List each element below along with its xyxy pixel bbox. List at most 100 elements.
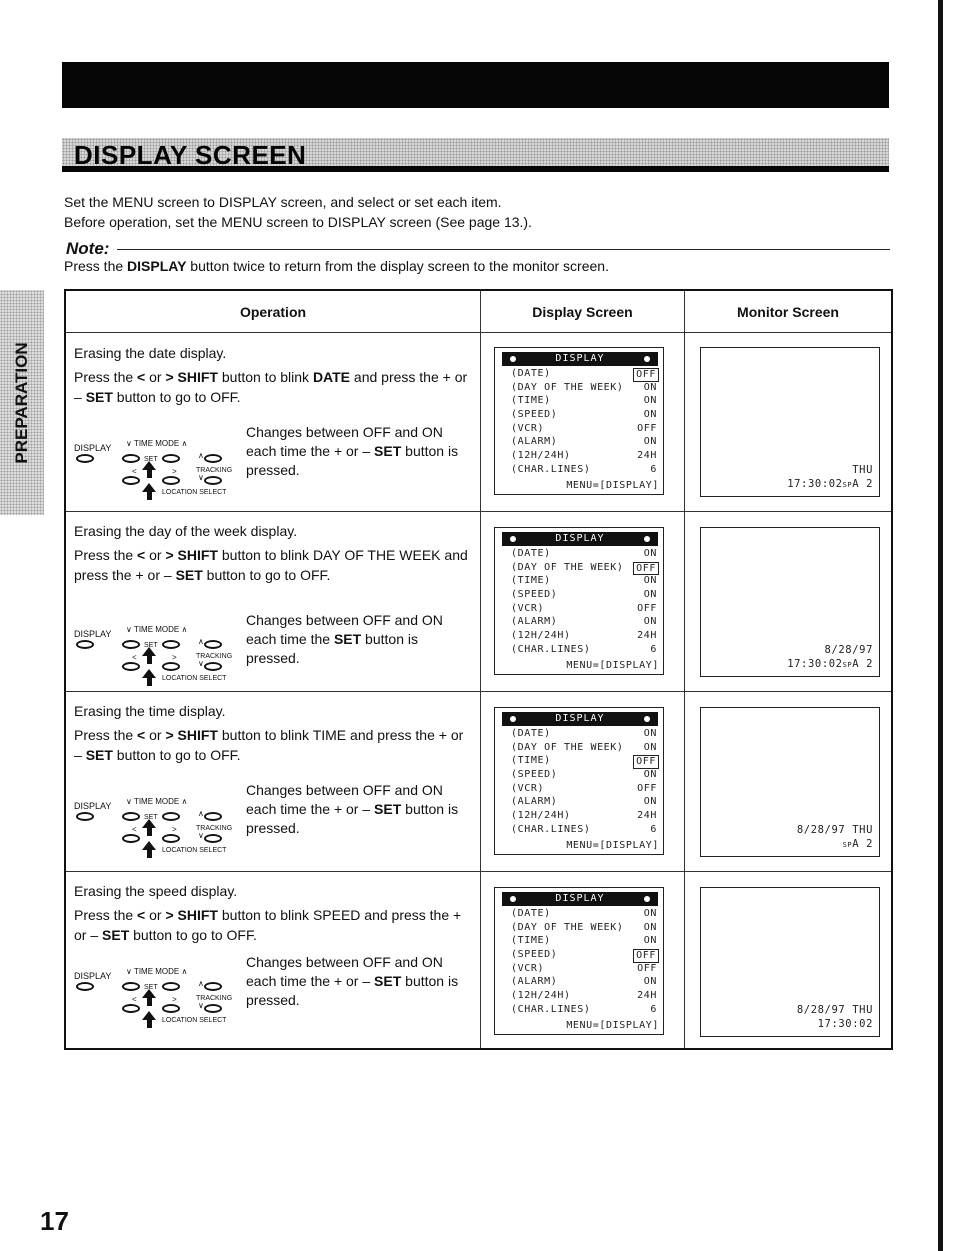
shift-left-glyph: < bbox=[132, 995, 137, 1004]
osd-title: DISPLAY bbox=[555, 713, 605, 724]
shift-left-glyph: < bbox=[137, 907, 146, 923]
osd-item-value: ON bbox=[643, 436, 657, 448]
monitor-speed: SP bbox=[842, 481, 853, 489]
shift-right-glyph: > bbox=[165, 907, 174, 923]
osd-title-bar: DISPLAY bbox=[502, 352, 658, 366]
up-arrow-icon bbox=[142, 483, 156, 492]
osd-item: (12H/24H) 24H bbox=[511, 810, 659, 824]
monitor-overlay-text: THU 17:30:02SPA 2 bbox=[787, 463, 873, 492]
note-heading: Note: bbox=[66, 238, 890, 260]
up-arrow-icon bbox=[142, 841, 156, 850]
shift-right-button-icon bbox=[162, 662, 180, 671]
text: button to go to OFF. bbox=[202, 567, 331, 583]
osd-item-label: (TIME) bbox=[511, 575, 551, 587]
monitor-screen: 8/28/97 17:30:02SPA 2 bbox=[700, 527, 880, 677]
shift-left-button-icon bbox=[122, 1004, 140, 1013]
text: button to go to OFF. bbox=[129, 927, 257, 943]
table-row: Erasing the speed display. Press the < o… bbox=[66, 871, 891, 1048]
intro-line-1: Set the MENU screen to DISPLAY screen, a… bbox=[64, 194, 502, 210]
page-edge bbox=[938, 0, 943, 1251]
osd-item: (12H/24H) 24H bbox=[511, 450, 659, 464]
set-label: SET bbox=[175, 567, 203, 583]
text: or bbox=[145, 907, 166, 923]
osd-item: (TIME) ON bbox=[511, 935, 659, 949]
operation-cell: Erasing the time display. Press the < or… bbox=[74, 701, 474, 769]
osd-item: (DAY OF THE WEEK) OFF bbox=[511, 561, 659, 576]
osd-footer: MENU=[DISPLAY] bbox=[566, 480, 659, 491]
text: button to blink bbox=[217, 547, 313, 563]
shift-label: SHIFT bbox=[173, 369, 218, 385]
down-glyph: ∨ bbox=[198, 831, 204, 840]
remote-panel-diagram: DISPLAY ∨ TIME MODE ∧ SET ∧ TRACKING < >… bbox=[70, 625, 240, 699]
osd-item: (DAY OF THE WEEK) ON bbox=[511, 922, 659, 936]
osd-items: (DATE) ON (DAY OF THE WEEK) OFF (TIME) ON (SPE… bbox=[511, 548, 659, 658]
osd-item: (TIME) ON bbox=[511, 395, 659, 409]
osd-items: (DATE) OFF (DAY OF THE WEEK) ON (TIME) ON (SPE… bbox=[511, 368, 659, 478]
up-arrow-stem bbox=[147, 850, 152, 858]
operation-heading: Erasing the date display. bbox=[74, 345, 227, 361]
monitor-channel: A 2 bbox=[852, 478, 873, 490]
down-glyph: ∨ bbox=[198, 659, 204, 668]
up-arrow-icon bbox=[142, 989, 156, 998]
osd-item-value: 6 bbox=[650, 643, 657, 655]
osd-item-label: (DAY OF THE WEEK) bbox=[511, 741, 624, 753]
up-arrow-icon bbox=[142, 669, 156, 678]
osd-item-value: 24H bbox=[637, 450, 657, 462]
set-minus-button-icon bbox=[122, 812, 140, 821]
osd-item: (SPEED) ON bbox=[511, 409, 659, 423]
osd-item-value: ON bbox=[643, 796, 657, 808]
osd-item-label: (CHAR.LINES) bbox=[511, 1003, 591, 1015]
up-arrow-stem bbox=[147, 998, 152, 1006]
osd-item: (DATE) ON bbox=[511, 548, 659, 562]
bullet-icon bbox=[644, 896, 650, 902]
osd-item-value: ON bbox=[643, 395, 657, 407]
table-row: Erasing the day of the week display. Pre… bbox=[66, 511, 891, 691]
osd-item-label: (DAY OF THE WEEK) bbox=[511, 381, 624, 393]
text: button to go to OFF. bbox=[112, 747, 241, 763]
osd-item-label: (DAY OF THE WEEK) bbox=[511, 921, 624, 933]
remote-panel-diagram: DISPLAY ∨ TIME MODE ∧ SET ∧ TRACKING < >… bbox=[70, 797, 240, 871]
monitor-speed: SP bbox=[842, 841, 853, 849]
display-button-label: DISPLAY bbox=[74, 971, 112, 981]
up-glyph: ∧ bbox=[198, 451, 204, 460]
display-button-label: DISPLAY bbox=[74, 443, 112, 453]
osd-item: (DATE) OFF bbox=[511, 368, 659, 382]
osd-item: (VCR) OFF bbox=[511, 423, 659, 437]
osd-item-label: (ALARM) bbox=[511, 436, 558, 448]
down-glyph: ∨ bbox=[198, 1001, 204, 1010]
up-glyph: ∧ bbox=[198, 979, 204, 988]
set-label: SET bbox=[333, 631, 362, 647]
osd-item: (12H/24H) 24H bbox=[511, 990, 659, 1004]
operation-cell: Erasing the day of the week display. Pre… bbox=[74, 521, 474, 589]
operation-instruction: Press the < or > SHIFT button to blink T… bbox=[74, 725, 474, 765]
osd-item: (12H/24H) 24H bbox=[511, 630, 659, 644]
text: button to blink bbox=[217, 727, 313, 743]
osd-item-label: (VCR) bbox=[511, 782, 545, 794]
note-rule bbox=[117, 248, 890, 250]
note-text: Press the DISPLAY button twice to return… bbox=[64, 258, 609, 274]
operation-heading: Erasing the speed display. bbox=[74, 883, 238, 899]
row-divider bbox=[66, 871, 891, 872]
time-mode-label: ∨ TIME MODE ∧ bbox=[126, 797, 188, 806]
location-select-label: LOCATION SELECT bbox=[162, 675, 227, 682]
text: Press the bbox=[74, 727, 138, 743]
change-note: Changes between OFF and ON each time the… bbox=[246, 953, 466, 1010]
osd-item: (DAY OF THE WEEK) ON bbox=[511, 382, 659, 396]
monitor-overlay-text: 8/28/97 17:30:02SPA 2 bbox=[787, 643, 873, 672]
shift-right-button-icon bbox=[162, 1004, 180, 1013]
osd-item: (VCR) OFF bbox=[511, 963, 659, 977]
shift-right-glyph: > bbox=[165, 547, 174, 563]
shift-right-button-icon bbox=[162, 834, 180, 843]
up-arrow-icon bbox=[142, 461, 156, 470]
monitor-line-2: 17:30:02 bbox=[797, 1017, 873, 1032]
tracking-down-button-icon bbox=[204, 1004, 222, 1013]
osd-item-label: (12H/24H) bbox=[511, 630, 571, 642]
operation-cell: Erasing the date display. Press the < or… bbox=[74, 343, 474, 411]
up-glyph: ∧ bbox=[198, 637, 204, 646]
osd-item: (VCR) OFF bbox=[511, 783, 659, 797]
change-note: Changes between OFF and ON each time the… bbox=[246, 781, 466, 838]
monitor-line-1: THU bbox=[852, 464, 873, 476]
bullet-icon bbox=[644, 716, 650, 722]
set-label: SET bbox=[374, 973, 402, 989]
osd-title-bar: DISPLAY bbox=[502, 892, 658, 906]
